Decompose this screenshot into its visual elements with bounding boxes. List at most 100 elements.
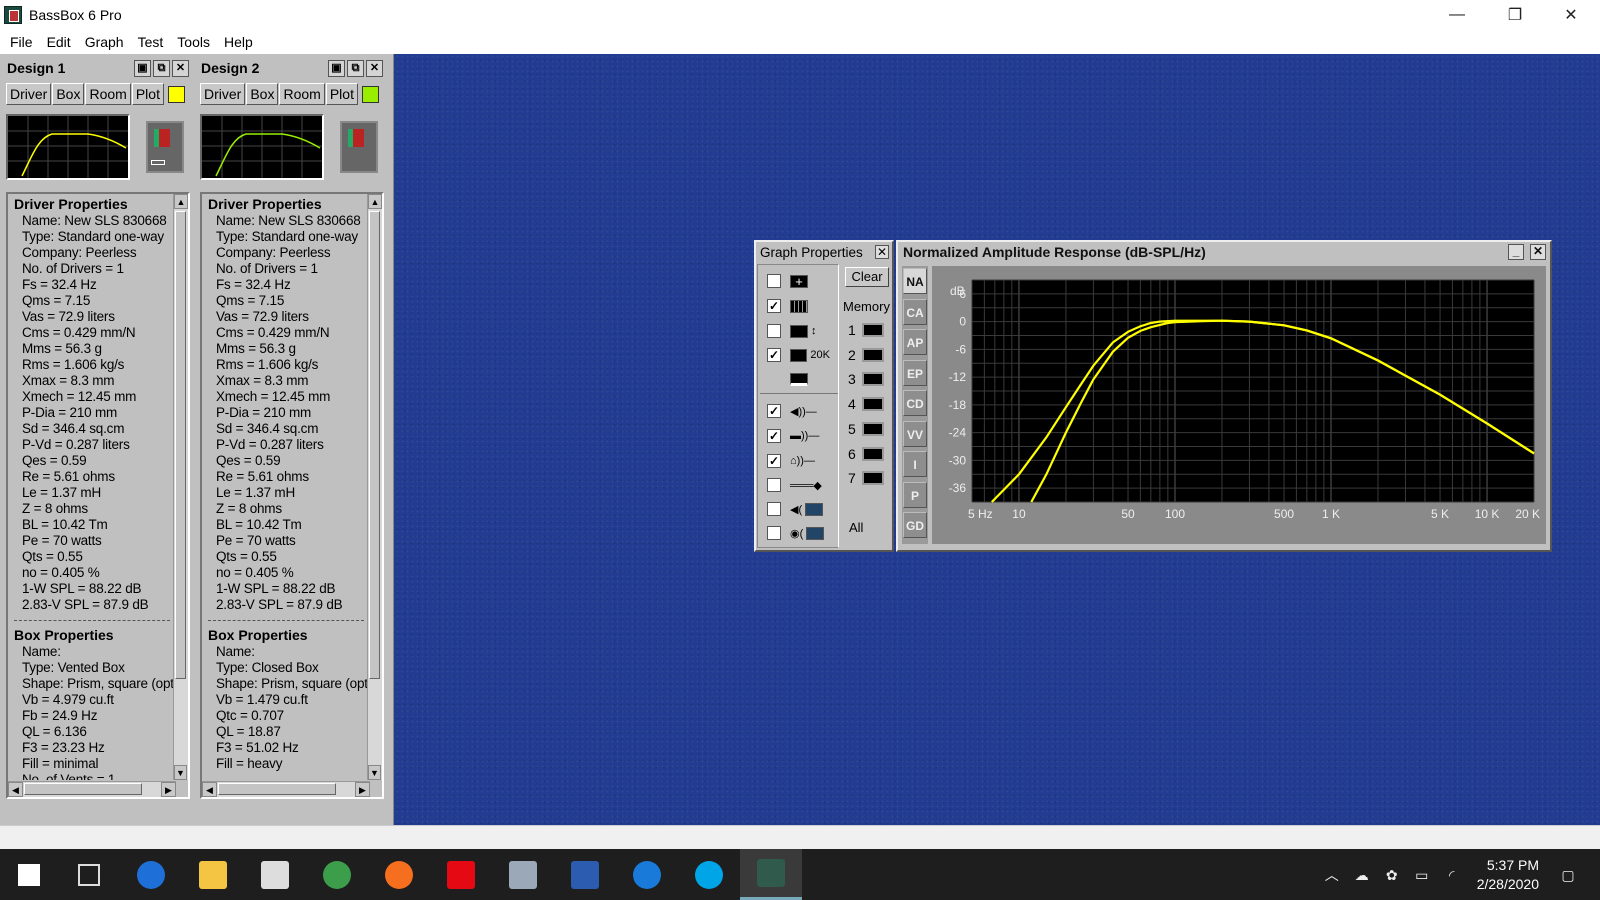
box-thumbnail-icon[interactable] bbox=[146, 121, 184, 173]
firefox-taskbar-button[interactable] bbox=[368, 849, 430, 900]
option-checkbox[interactable]: ✓ bbox=[767, 454, 781, 468]
memory-slot[interactable]: 4 bbox=[848, 396, 884, 412]
plot-color-swatch[interactable] bbox=[167, 85, 185, 103]
tab-plot[interactable]: Plot bbox=[131, 83, 164, 105]
tab-box[interactable]: Box bbox=[52, 83, 85, 105]
tray-app-icon[interactable]: ✿ bbox=[1380, 865, 1404, 885]
mode-cd-button[interactable]: CD bbox=[903, 390, 927, 416]
menu-edit[interactable]: Edit bbox=[40, 31, 78, 53]
crosshair-icon[interactable]: + bbox=[790, 273, 830, 289]
scroll-up-icon[interactable]: ▲ bbox=[174, 194, 188, 209]
save-icon[interactable]: ▣ bbox=[328, 59, 345, 77]
option-checkbox[interactable]: ✓ bbox=[767, 348, 781, 362]
memory-slot-box[interactable] bbox=[861, 471, 884, 486]
tab-box[interactable]: Box bbox=[246, 83, 279, 105]
response-thumbnail[interactable] bbox=[200, 114, 324, 180]
scroll-right-icon[interactable]: ▶ bbox=[355, 782, 370, 797]
scroll-thumb[interactable] bbox=[175, 211, 186, 679]
save-icon[interactable]: ▣ bbox=[134, 59, 151, 77]
tab-driver[interactable]: Driver bbox=[6, 83, 52, 105]
scroll-up-icon[interactable]: ▲ bbox=[368, 194, 382, 209]
mode-p-button[interactable]: P bbox=[903, 481, 927, 508]
scroll-left-icon[interactable]: ◀ bbox=[202, 782, 217, 797]
memory-slot-box[interactable] bbox=[861, 323, 884, 337]
menu-help[interactable]: Help bbox=[217, 31, 260, 53]
tab-room[interactable]: Room bbox=[85, 83, 131, 105]
restore-button[interactable]: ❐ bbox=[1486, 0, 1544, 30]
close-icon[interactable]: ✕ bbox=[172, 59, 189, 77]
photos-taskbar-button[interactable] bbox=[492, 849, 554, 900]
memory-slot-box[interactable] bbox=[861, 372, 884, 387]
option-checkbox[interactable]: ✓ bbox=[767, 299, 781, 313]
scroll-thumb[interactable] bbox=[369, 211, 380, 679]
menu-test[interactable]: Test bbox=[131, 31, 171, 53]
option-checkbox[interactable]: ✓ bbox=[767, 404, 781, 418]
option-checkbox[interactable] bbox=[767, 324, 781, 338]
mode-gd-button[interactable]: GD bbox=[903, 512, 927, 538]
memory-slot[interactable]: 1 bbox=[848, 322, 884, 338]
driver-test-icon[interactable]: ◀( bbox=[790, 501, 830, 517]
close-icon[interactable]: ✕ bbox=[366, 59, 383, 77]
response-thumbnail[interactable] bbox=[6, 114, 130, 180]
netflix-taskbar-button[interactable] bbox=[430, 849, 492, 900]
scroll-right-icon[interactable]: ▶ bbox=[161, 782, 176, 797]
crossover-icon[interactable]: ═══◆ bbox=[790, 477, 830, 493]
graph-minimize-button[interactable]: _ bbox=[1508, 244, 1524, 260]
driver-sound-icon[interactable]: ◀))— bbox=[790, 403, 830, 419]
horizontal-scrollbar[interactable]: ◀ ▶ bbox=[8, 781, 176, 797]
tab-room[interactable]: Room bbox=[279, 83, 325, 105]
bassbox-taskbar-button[interactable] bbox=[740, 849, 802, 900]
car-sound-icon[interactable]: ▬))— bbox=[790, 428, 830, 444]
edge-taskbar-button[interactable] bbox=[120, 849, 182, 900]
minimize-button[interactable]: — bbox=[1428, 0, 1486, 30]
clock[interactable]: 5:37 PM 2/28/2020 bbox=[1477, 856, 1539, 894]
scroll-thumb[interactable] bbox=[24, 783, 142, 795]
memory-slot[interactable]: 5 bbox=[848, 421, 884, 437]
grid-icon[interactable] bbox=[790, 298, 830, 314]
notifications-icon[interactable]: ▢ bbox=[1556, 865, 1580, 885]
battery-icon[interactable]: ▭ bbox=[1410, 865, 1434, 885]
memory-slot-box[interactable] bbox=[861, 397, 884, 412]
option-checkbox[interactable] bbox=[767, 502, 781, 516]
task-view-taskbar-button[interactable] bbox=[58, 849, 120, 900]
memory-slot-box[interactable] bbox=[861, 421, 884, 436]
mode-na-button[interactable]: NA bbox=[903, 268, 927, 294]
menu-graph[interactable]: Graph bbox=[78, 31, 131, 53]
impedance-test-icon[interactable]: ◉( bbox=[790, 525, 830, 541]
option-checkbox[interactable]: ✓ bbox=[767, 429, 781, 443]
menu-tools[interactable]: Tools bbox=[170, 31, 217, 53]
room-sound-icon[interactable]: ⌂))— bbox=[790, 453, 830, 469]
scroll-down-icon[interactable]: ▼ bbox=[368, 765, 381, 780]
mode-ap-button[interactable]: AP bbox=[903, 329, 927, 355]
option-checkbox[interactable] bbox=[767, 526, 781, 540]
option-checkbox[interactable] bbox=[767, 274, 781, 288]
box-thumbnail-icon[interactable] bbox=[340, 121, 378, 173]
vertical-scrollbar[interactable]: ▲ ▼ bbox=[367, 194, 382, 780]
plot-color-swatch[interactable] bbox=[361, 85, 379, 103]
graph-properties-close-button[interactable]: ✕ bbox=[875, 245, 889, 259]
onedrive-icon[interactable]: ☁ bbox=[1350, 865, 1374, 885]
graph-close-button[interactable]: ✕ bbox=[1530, 244, 1546, 260]
copy-icon[interactable]: ⧉ bbox=[153, 59, 170, 77]
mode-ep-button[interactable]: EP bbox=[903, 359, 927, 386]
show-hidden-icons-icon[interactable]: ︿ bbox=[1320, 865, 1344, 885]
copy-icon[interactable]: ⧉ bbox=[347, 59, 364, 77]
store-taskbar-button[interactable] bbox=[244, 849, 306, 900]
scroll-left-icon[interactable]: ◀ bbox=[8, 782, 23, 797]
file-explorer-taskbar-button[interactable] bbox=[182, 849, 244, 900]
word-taskbar-button[interactable] bbox=[554, 849, 616, 900]
chrome-taskbar-button[interactable] bbox=[306, 849, 368, 900]
memory-slot-box[interactable] bbox=[861, 347, 884, 362]
memory-slot[interactable]: 6 bbox=[848, 446, 884, 462]
memory-slot[interactable]: 2 bbox=[848, 347, 884, 363]
option-checkbox[interactable] bbox=[767, 478, 781, 492]
legend-icon[interactable] bbox=[790, 371, 830, 387]
memory-all-button[interactable]: All bbox=[849, 520, 863, 535]
bassbox-app-icon[interactable] bbox=[4, 6, 22, 24]
vertical-scrollbar[interactable]: ▲ ▼ bbox=[173, 194, 188, 780]
teamviewer-taskbar-button[interactable] bbox=[616, 849, 678, 900]
wifi-icon[interactable]: ◜ bbox=[1440, 865, 1464, 885]
horizontal-scrollbar[interactable]: ◀ ▶ bbox=[202, 781, 370, 797]
autoscale-vertical-icon[interactable]: ↕ bbox=[790, 323, 830, 339]
tab-plot[interactable]: Plot bbox=[325, 83, 358, 105]
